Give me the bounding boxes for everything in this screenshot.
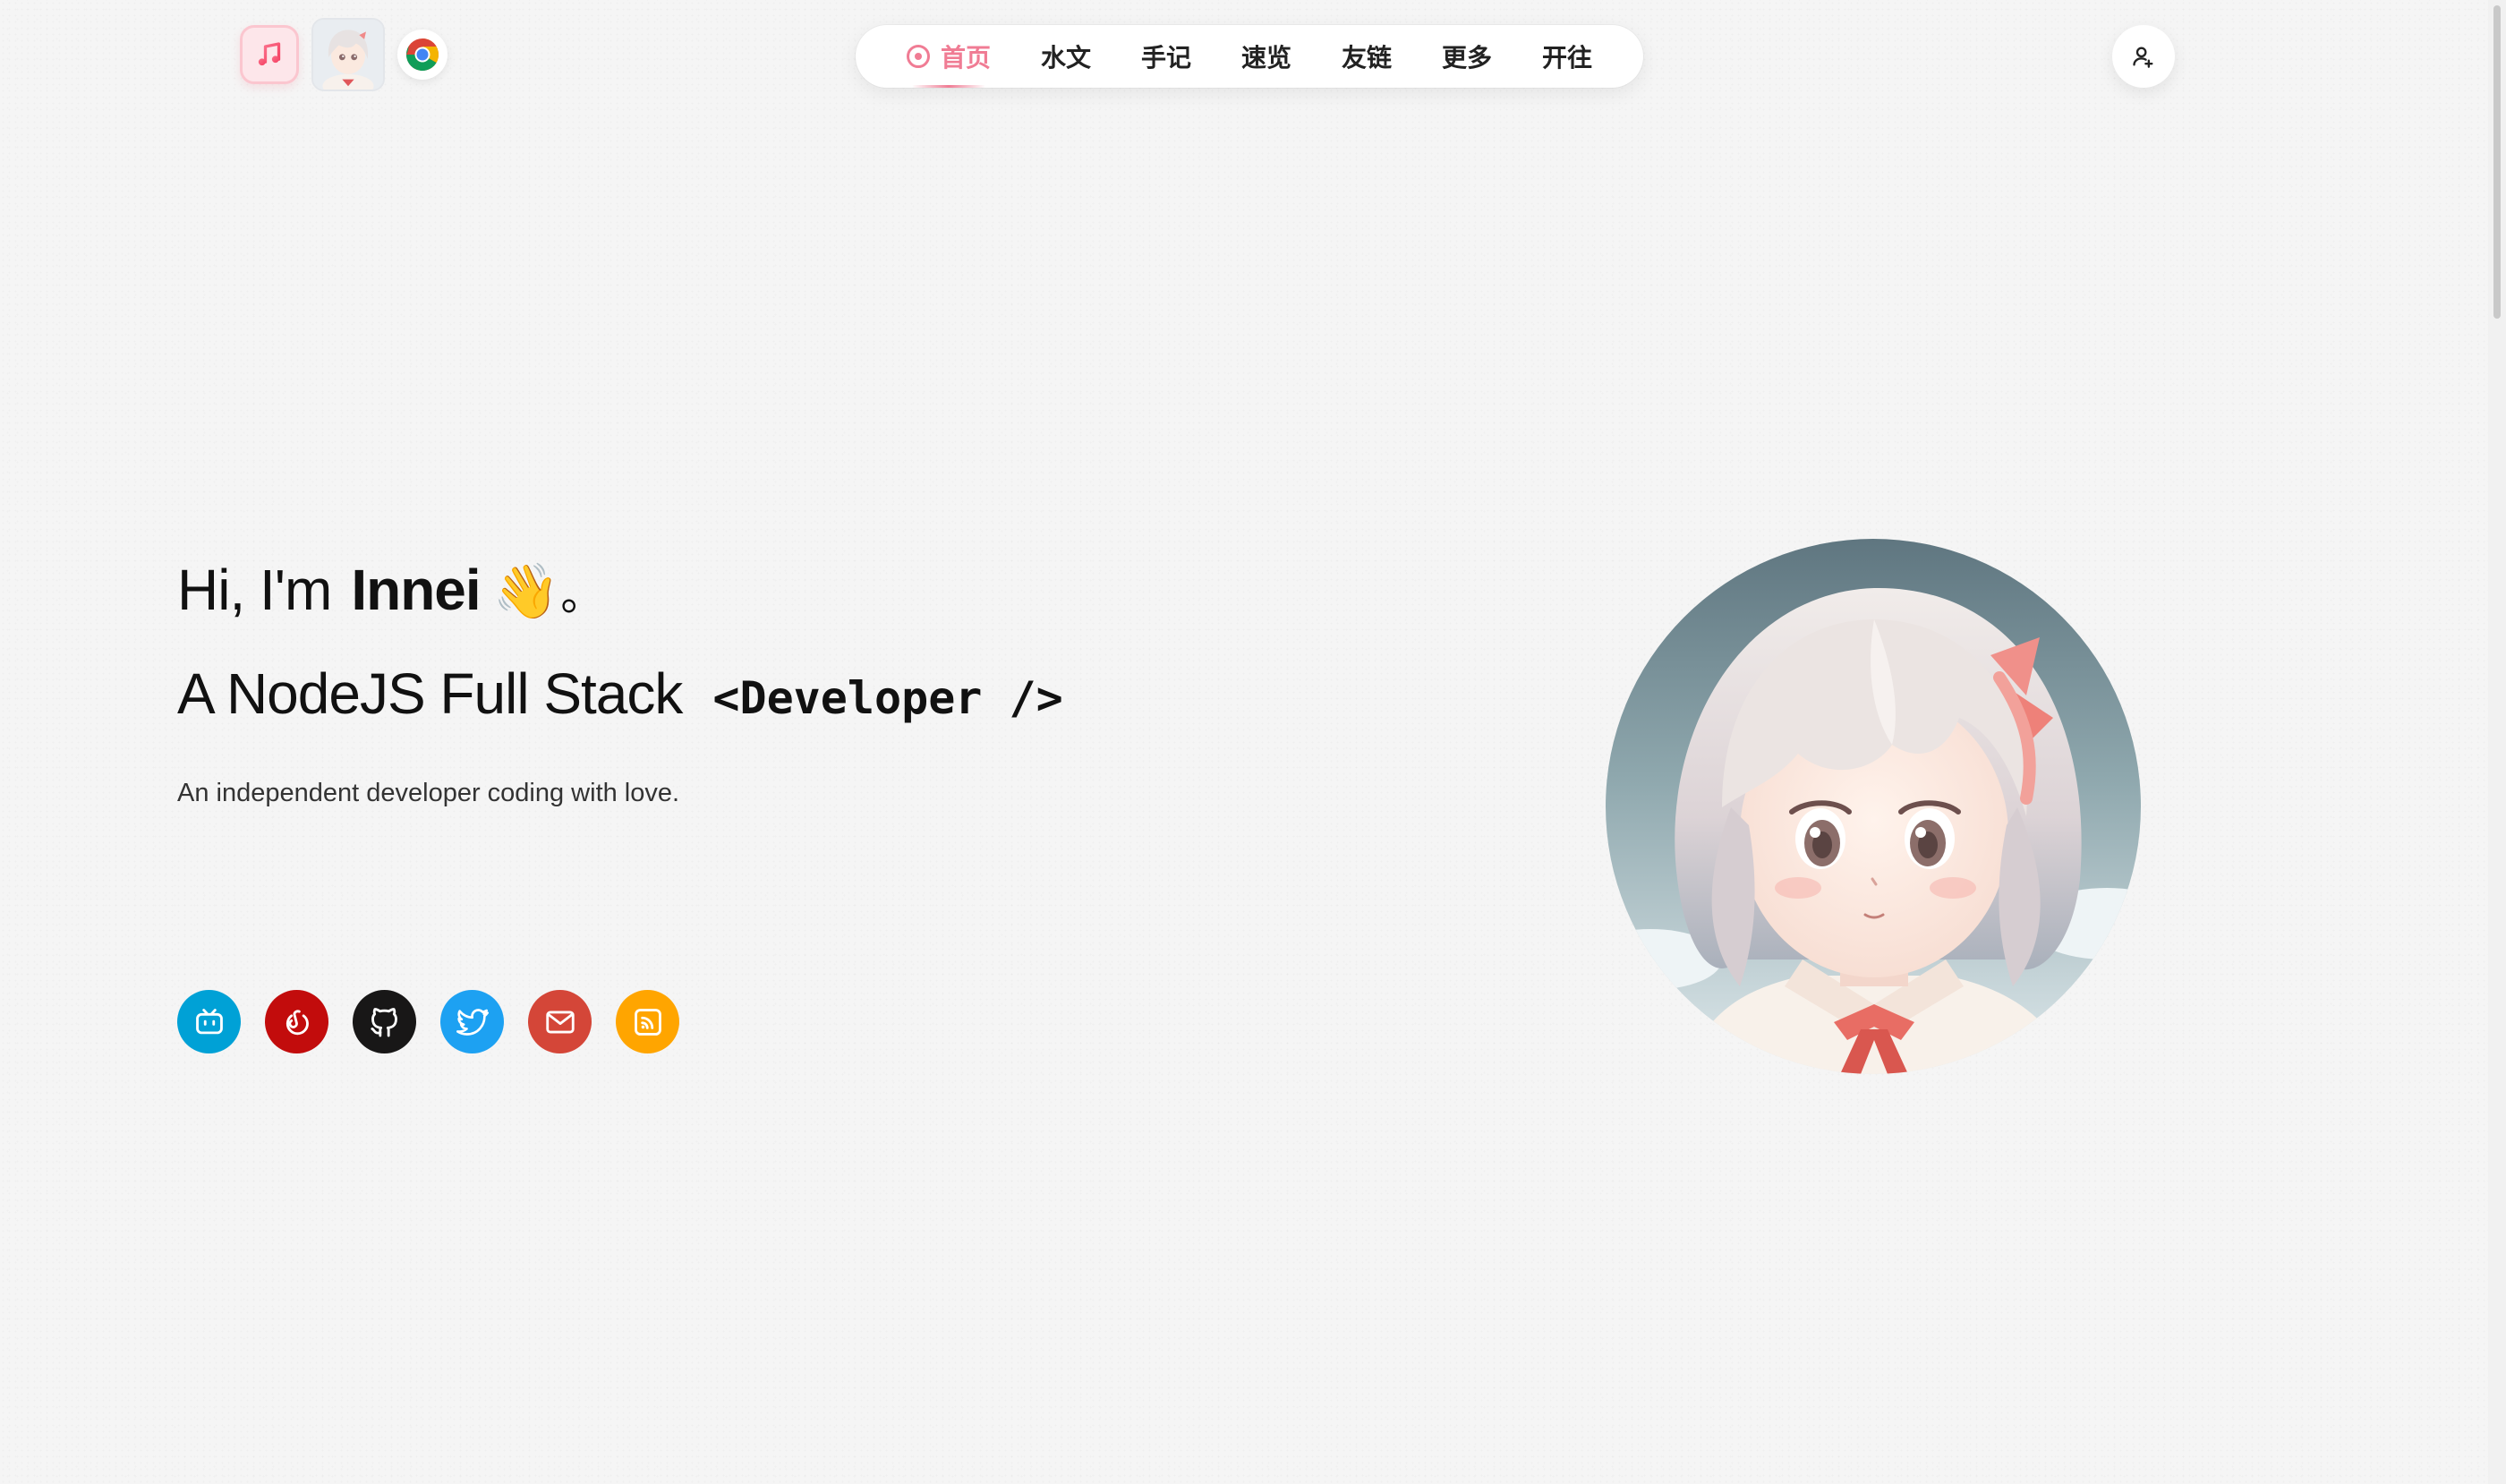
- hero-subtitle: An independent developer coding with lov…: [177, 779, 680, 807]
- mail-link[interactable]: [528, 990, 592, 1053]
- nav-item-label: 手记: [1140, 44, 1191, 72]
- nav-item-label: 开往: [1542, 44, 1593, 72]
- nav-item-label: 水文: [1040, 44, 1091, 72]
- wave-emoji: 👋: [492, 561, 560, 621]
- nav-item-home[interactable]: 首页: [882, 25, 1016, 88]
- nav-item-friends[interactable]: 友链: [1317, 25, 1417, 88]
- nav-item-travel[interactable]: 开往: [1517, 25, 1617, 88]
- twitter-link[interactable]: [440, 990, 504, 1053]
- avatar-app-icon[interactable]: [311, 18, 385, 91]
- bilibili-link[interactable]: [177, 990, 241, 1053]
- hero-avatar: [1606, 539, 2141, 1074]
- nav-item-label: 首页: [940, 44, 991, 72]
- rss-icon: [634, 1008, 661, 1036]
- mail-icon: [545, 1010, 575, 1034]
- header-app-dock: [240, 18, 448, 91]
- home-dot-icon: [906, 45, 930, 68]
- role-code: <Developer />: [712, 672, 1063, 724]
- netease-music-link[interactable]: [265, 990, 328, 1053]
- main-nav: 首页 水文 手记 速览 友链 更多 开往: [856, 25, 1643, 88]
- login-button[interactable]: [2112, 25, 2175, 88]
- music-app-icon[interactable]: [240, 25, 299, 84]
- nav-item-label: 友链: [1342, 44, 1393, 72]
- hero-role: A NodeJS Full Stack <Developer />: [177, 661, 1063, 727]
- page-scrollbar[interactable]: [2488, 0, 2506, 1484]
- nav-item-more[interactable]: 更多: [1417, 25, 1517, 88]
- netease-music-icon: [286, 1009, 309, 1035]
- hero-greeting: Hi, I'm Innei 👋 。: [177, 557, 603, 623]
- user-icon: [2133, 47, 2153, 68]
- nav-item-label: 速览: [1240, 44, 1291, 72]
- scrollbar-thumb[interactable]: [2493, 5, 2501, 319]
- hero-name: Innei: [351, 558, 481, 622]
- nav-item-notes[interactable]: 手记: [1116, 25, 1216, 88]
- nav-item-label: 更多: [1442, 44, 1493, 72]
- github-icon: [370, 1007, 397, 1036]
- github-link[interactable]: [353, 990, 416, 1053]
- hero-punctuation: 。: [560, 572, 603, 619]
- bilibili-icon: [195, 1008, 223, 1034]
- greeting-text: Hi, I'm: [177, 558, 332, 622]
- twitter-icon: [456, 1008, 489, 1036]
- nav-item-posts[interactable]: 水文: [1016, 25, 1116, 88]
- rss-link[interactable]: [616, 990, 679, 1053]
- nav-item-timeline[interactable]: 速览: [1216, 25, 1317, 88]
- role-text: A NodeJS Full Stack: [177, 661, 683, 726]
- chrome-icon[interactable]: [397, 30, 448, 80]
- social-links: [177, 990, 679, 1053]
